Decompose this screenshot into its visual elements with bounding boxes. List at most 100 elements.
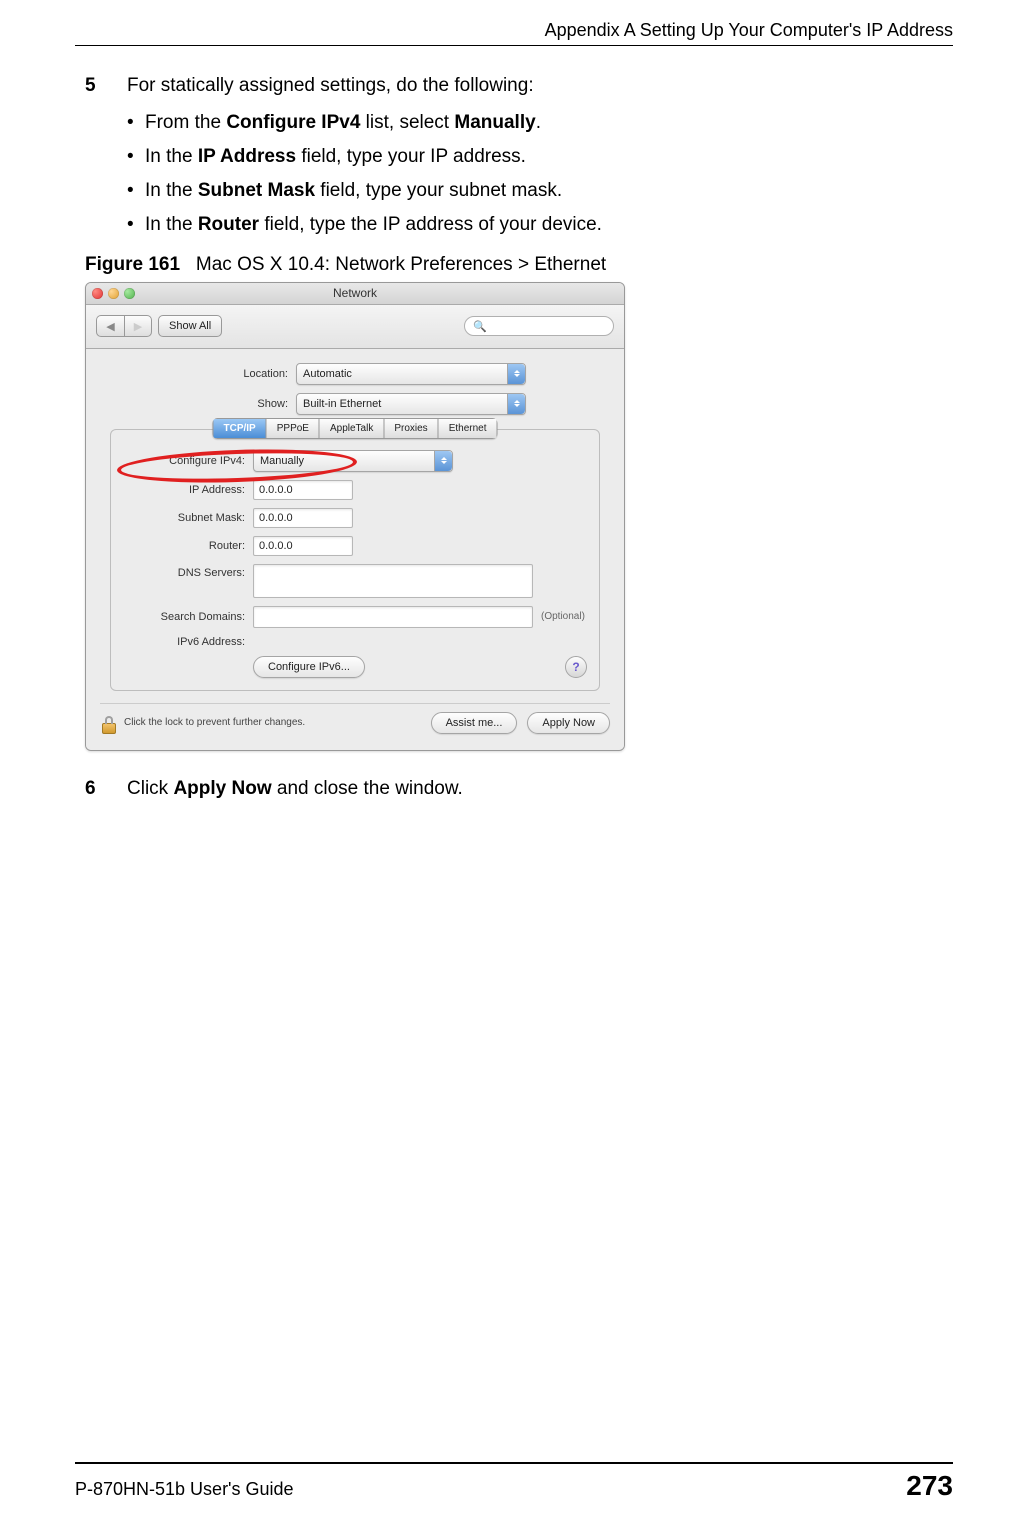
configure-ipv6-wrap: Configure IPv6... (253, 656, 365, 678)
main-content: 5 For statically assigned settings, do t… (85, 60, 943, 802)
ip-row: IP Address: 0.0.0.0 (123, 480, 587, 500)
text-fragment: and close the window. (272, 778, 463, 799)
text-fragment: In the (145, 146, 198, 167)
bullet-dot: • (127, 146, 145, 168)
show-row: Show: Built-in Ethernet (100, 393, 610, 415)
figure-title: Figure 161 Mac OS X 10.4: Network Prefer… (85, 254, 943, 276)
dns-label: DNS Servers: (123, 564, 253, 579)
text-bold: IP Address (198, 146, 296, 167)
bullet-text: In the IP Address field, type your IP ad… (145, 146, 526, 168)
nav-buttons: ◀ ▶ (96, 315, 152, 337)
step-text: Click Apply Now and close the window. (127, 775, 463, 803)
step-5: 5 For statically assigned settings, do t… (85, 72, 943, 100)
configure-popup[interactable]: Manually (253, 450, 453, 472)
tab-appletalk[interactable]: AppleTalk (319, 418, 383, 439)
apply-now-button[interactable]: Apply Now (527, 712, 610, 734)
bullet-line: • In the IP Address field, type your IP … (127, 146, 943, 168)
popup-arrows-icon (507, 394, 525, 414)
configure-label: Configure IPv4: (123, 455, 253, 467)
show-all-label: Show All (169, 320, 211, 332)
tab-tcpip[interactable]: TCP/IP (212, 418, 265, 439)
text-bold: Router (198, 214, 259, 235)
toolbar: ◀ ▶ Show All 🔍 (86, 305, 624, 349)
search-input[interactable]: 🔍 (464, 316, 614, 336)
show-value: Built-in Ethernet (303, 398, 381, 410)
search-domains-input[interactable] (253, 606, 533, 628)
help-button[interactable]: ? (565, 656, 587, 678)
text-fragment: In the (145, 214, 198, 235)
show-popup[interactable]: Built-in Ethernet (296, 393, 526, 415)
ipv6-row: IPv6 Address: (123, 636, 587, 648)
text-fragment: list, select (360, 112, 454, 133)
subnet-row: Subnet Mask: 0.0.0.0 (123, 508, 587, 528)
show-all-button[interactable]: Show All (158, 315, 222, 337)
footer-page-number: 273 (906, 1470, 953, 1502)
ip-label: IP Address: (123, 484, 253, 496)
dns-row: DNS Servers: (123, 564, 587, 598)
text-fragment: . (536, 112, 541, 133)
apply-label: Apply Now (542, 717, 595, 729)
configure-value: Manually (260, 455, 304, 467)
router-input[interactable]: 0.0.0.0 (253, 536, 353, 556)
figure-caption: Mac OS X 10.4: Network Preferences > Eth… (196, 254, 606, 275)
bullet-dot: • (127, 214, 145, 236)
chevron-right-icon: ▶ (134, 320, 142, 333)
tab-pppoe[interactable]: PPPoE (266, 418, 319, 439)
text-bold: Subnet Mask (198, 180, 315, 201)
step-number: 5 (85, 75, 127, 97)
assist-button[interactable]: Assist me... (431, 712, 518, 734)
subnet-input[interactable]: 0.0.0.0 (253, 508, 353, 528)
tab-ethernet[interactable]: Ethernet (438, 418, 498, 439)
assist-label: Assist me... (446, 717, 503, 729)
text-fragment: In the (145, 180, 198, 201)
location-popup[interactable]: Automatic (296, 363, 526, 385)
page-header: Appendix A Setting Up Your Computer's IP… (75, 20, 953, 46)
bullet-text: In the Subnet Mask field, type your subn… (145, 180, 562, 202)
text-bold: Manually (454, 112, 535, 133)
router-value: 0.0.0.0 (259, 540, 293, 552)
figure-container: Network ◀ ▶ Show All 🔍 Location: (85, 282, 625, 751)
configure-row: Configure IPv4: Manually (123, 450, 587, 472)
popup-arrows-icon (434, 451, 452, 471)
text-bold: Configure IPv4 (226, 112, 360, 133)
help-wrap: ? (565, 656, 587, 678)
window-title: Network (86, 286, 624, 300)
back-button[interactable]: ◀ (96, 315, 124, 337)
configure-ipv6-row: Configure IPv6... ? (123, 656, 587, 678)
ip-input[interactable]: 0.0.0.0 (253, 480, 353, 500)
text-fragment: field, type your IP address. (296, 146, 526, 167)
forward-button[interactable]: ▶ (124, 315, 152, 337)
content-area: Location: Automatic Show: Built-in Ether… (86, 349, 624, 750)
bullet-dot: • (127, 180, 145, 202)
figure-label: Figure 161 (85, 254, 180, 275)
ipv6-label: IPv6 Address: (123, 636, 253, 648)
titlebar: Network (86, 283, 624, 305)
ip-value: 0.0.0.0 (259, 484, 293, 496)
configure-ipv6-button[interactable]: Configure IPv6... (253, 656, 365, 678)
step-6: 6 Click Apply Now and close the window. (85, 775, 943, 803)
tab-proxies[interactable]: Proxies (383, 418, 437, 439)
page-footer: P-870HN-51b User's Guide 273 (75, 1462, 953, 1502)
text-fragment: From the (145, 112, 226, 133)
location-row: Location: Automatic (100, 363, 610, 385)
router-row: Router: 0.0.0.0 (123, 536, 587, 556)
configure-ipv6-label: Configure IPv6... (268, 661, 350, 673)
search-domains-row: Search Domains: (Optional) (123, 606, 587, 628)
optional-label: (Optional) (541, 611, 585, 622)
step-number: 6 (85, 778, 127, 800)
lock-text: Click the lock to prevent further change… (124, 717, 305, 728)
bottom-row: Click the lock to prevent further change… (100, 703, 610, 734)
location-label: Location: (184, 368, 296, 380)
chevron-left-icon: ◀ (106, 320, 114, 333)
help-icon: ? (572, 660, 579, 674)
bullet-line: • In the Router field, type the IP addre… (127, 214, 943, 236)
subnet-label: Subnet Mask: (123, 512, 253, 524)
dns-input[interactable] (253, 564, 533, 598)
lock-area[interactable]: Click the lock to prevent further change… (100, 712, 305, 734)
location-value: Automatic (303, 368, 352, 380)
search-icon: 🔍 (473, 320, 487, 333)
bullet-line: • From the Configure IPv4 list, select M… (127, 112, 943, 134)
text-fragment: field, type the IP address of your devic… (259, 214, 602, 235)
header-title: Appendix A Setting Up Your Computer's IP… (75, 20, 953, 41)
lock-icon (100, 712, 118, 734)
